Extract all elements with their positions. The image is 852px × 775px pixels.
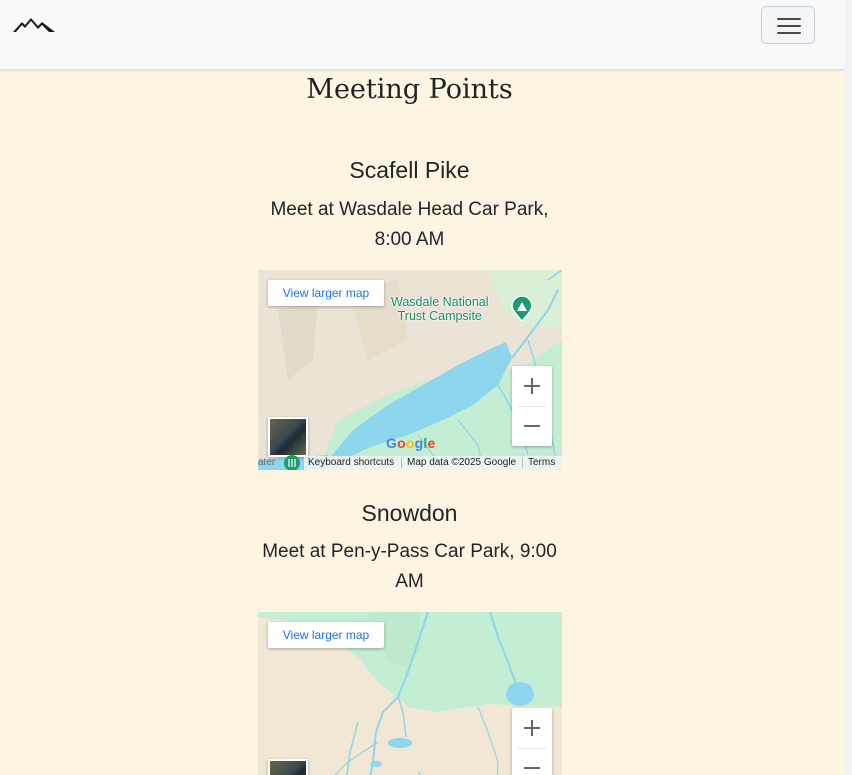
map-attribution: ater Keyboard shortcuts Map data ©2025 G… <box>258 454 562 470</box>
keyboard-shortcuts-link[interactable]: Keyboard shortcuts <box>308 456 394 470</box>
meeting-detail: Meet at Pen-y-Pass Car Park, 9:00 AM <box>262 541 557 592</box>
meeting-detail: Meet at Wasdale Head Car Park, 8:00 AM <box>270 199 549 250</box>
view-larger-map-link[interactable]: View larger map <box>268 622 384 648</box>
zoom-in-icon[interactable] <box>512 366 552 406</box>
mountains-icon[interactable] <box>13 16 55 34</box>
satellite-layer-toggle[interactable] <box>268 759 308 775</box>
google-logo: Google <box>386 435 436 451</box>
zoom-in-icon[interactable] <box>512 708 552 748</box>
view-larger-map-link[interactable]: View larger map <box>268 280 384 306</box>
campsite-pin-icon[interactable] <box>511 296 533 322</box>
map-data-label: Map data ©2025 Google <box>407 457 517 468</box>
navbar <box>0 0 845 69</box>
satellite-layer-toggle[interactable] <box>268 417 308 457</box>
meeting-name: Scafell Pike <box>349 157 470 183</box>
hamburger-menu-icon <box>777 18 801 20</box>
page-title: Meeting Points <box>306 74 513 105</box>
terms-link[interactable]: Terms <box>528 456 555 470</box>
map-embed-snowdon[interactable]: View larger map <box>258 612 562 775</box>
map-embed-scafell[interactable]: Wasdale National Trust Campsite View lar… <box>258 270 562 470</box>
meeting-name: Snowdon <box>361 500 458 526</box>
scrollbar[interactable] <box>845 0 852 775</box>
navbar-toggle-button[interactable] <box>761 6 815 44</box>
restaurant-pin-icon[interactable] <box>283 454 301 470</box>
page-viewport: Meeting Points Scafell Pike Meet at Wasd… <box>0 0 845 775</box>
zoom-out-icon[interactable] <box>512 748 552 775</box>
zoom-controls <box>512 366 552 446</box>
map-place-label[interactable]: Wasdale National Trust Campsite <box>391 295 489 323</box>
zoom-controls <box>512 708 552 775</box>
zoom-out-icon[interactable] <box>512 406 552 446</box>
